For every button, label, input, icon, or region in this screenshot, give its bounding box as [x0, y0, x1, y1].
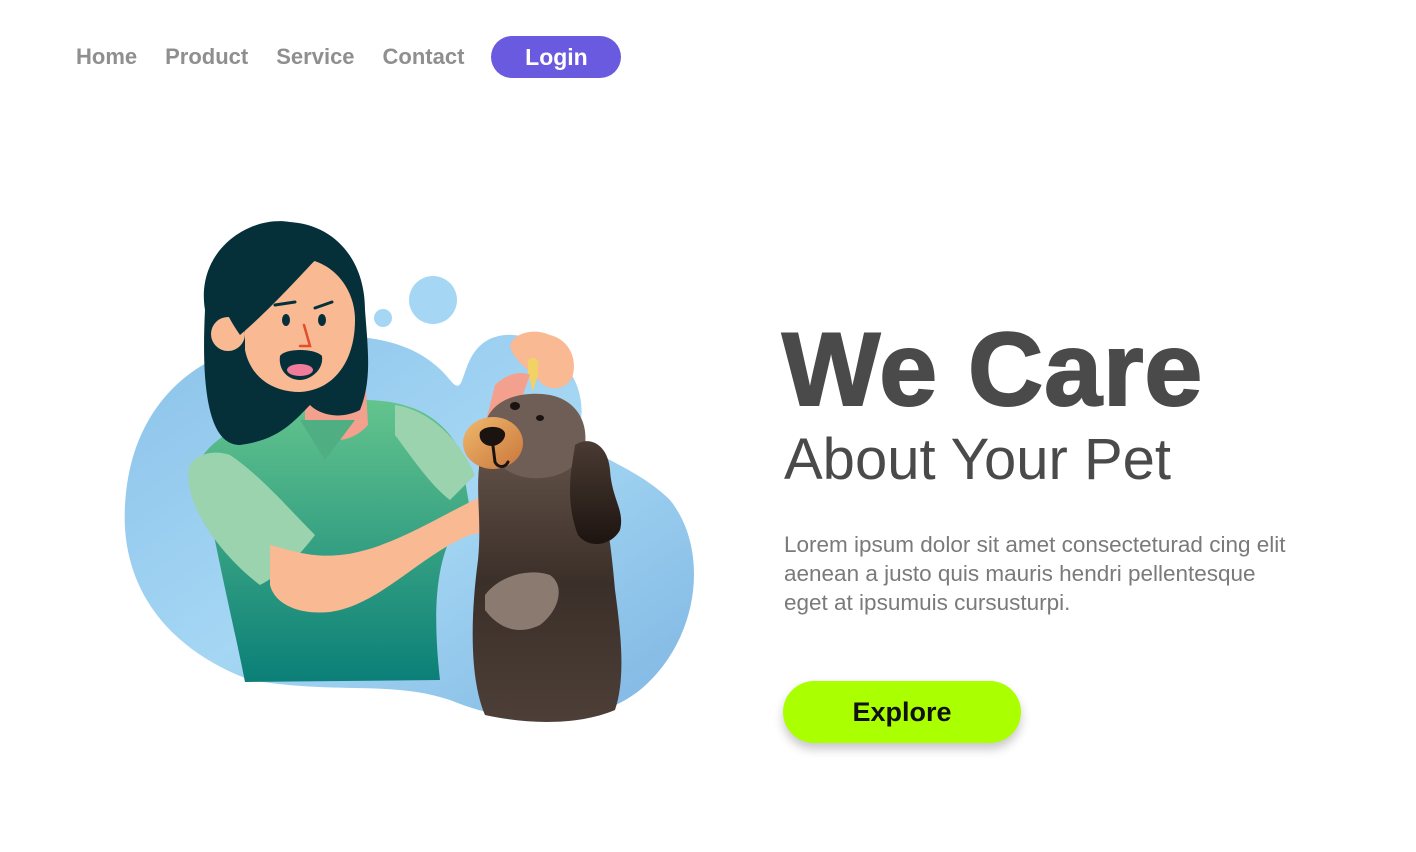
hero-description: Lorem ipsum dolor sit amet consecteturad…: [784, 532, 1286, 615]
login-button[interactable]: Login: [491, 36, 622, 78]
woman-dog-illustration-icon: [124, 221, 694, 722]
hero-section: We Care About Your Pet Lorem ipsum dolor…: [781, 312, 1342, 617]
nav-link-contact[interactable]: Contact: [383, 36, 465, 78]
nav-link-service[interactable]: Service: [276, 36, 354, 78]
explore-button[interactable]: Explore: [783, 681, 1021, 743]
nav-link-product[interactable]: Product: [165, 36, 248, 78]
nav-link-home[interactable]: Home: [76, 36, 137, 78]
hero-title: We Care: [781, 312, 1204, 428]
landing-page: Home Product Service Contact Login We Ca…: [0, 0, 1416, 852]
hero-illustration: [110, 210, 710, 740]
top-navigation: Home Product Service Contact Login: [76, 36, 622, 78]
hero-subtitle: About Your Pet: [784, 427, 1171, 492]
